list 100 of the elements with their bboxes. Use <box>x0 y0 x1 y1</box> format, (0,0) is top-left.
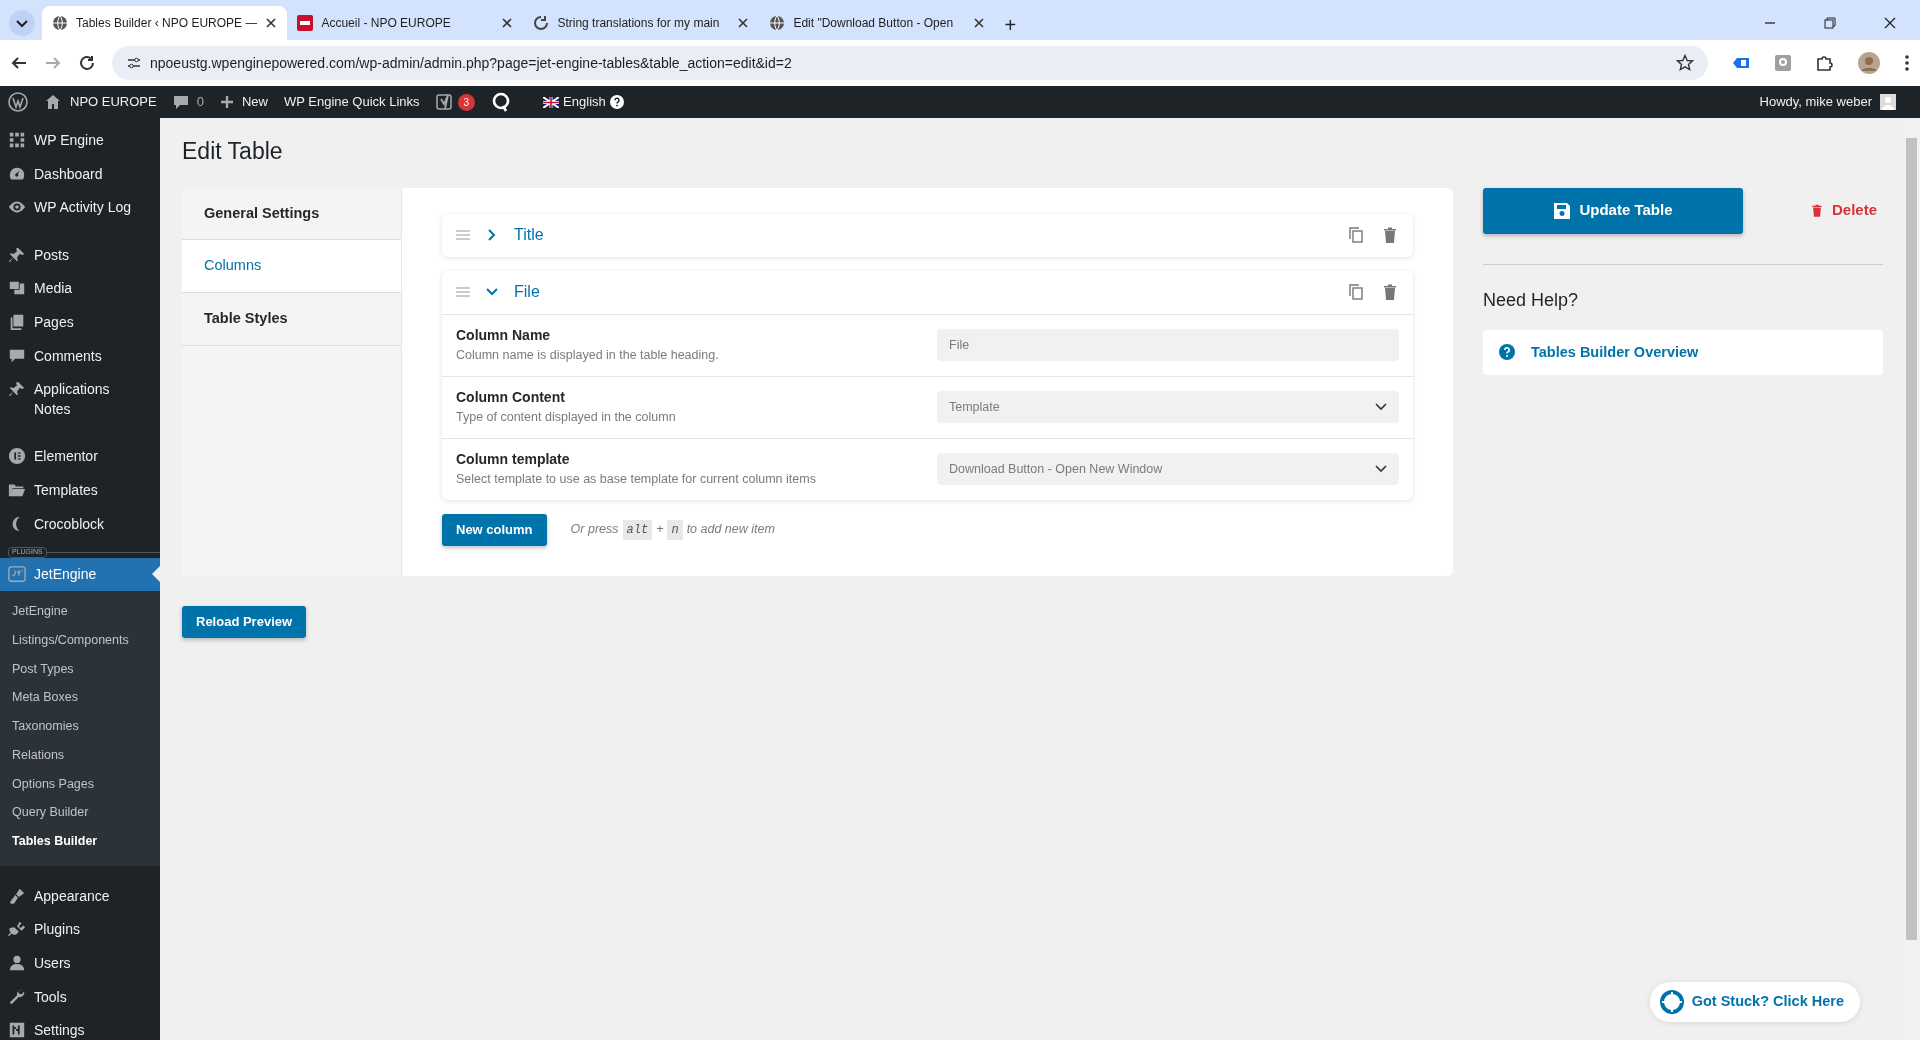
submenu-item[interactable]: Post Types <box>0 654 160 684</box>
submenu-item[interactable]: Query Builder <box>0 798 160 828</box>
keyboard-key: alt <box>622 519 653 540</box>
avatar-icon[interactable] <box>1858 52 1880 74</box>
hint-text: to add new item <box>686 521 775 539</box>
globe-icon <box>52 15 68 31</box>
help-link[interactable]: Tables Builder Overview <box>1483 329 1883 376</box>
flag-icon <box>543 96 560 108</box>
quick-links-link[interactable]: WP Engine Quick Links <box>283 92 420 112</box>
page-title: Edit Table <box>182 138 284 166</box>
help-button[interactable]: Got Stuck? Click Here <box>1649 982 1860 1022</box>
browser-tab[interactable]: Tables Builder ‹ NPO EUROPE — <box>42 6 288 40</box>
plug-icon <box>8 920 26 939</box>
comments-link[interactable]: 0 <box>172 92 204 112</box>
chevron-down-icon <box>1375 465 1387 474</box>
new-content-link[interactable]: New <box>219 92 268 112</box>
menu-item[interactable]: Media <box>0 272 160 306</box>
field-description: Column name is displayed in the table heading. <box>456 347 720 365</box>
text-field[interactable]: File <box>937 329 1399 362</box>
copy-icon[interactable] <box>1347 226 1365 245</box>
submenu-item[interactable]: Tables Builder <box>0 827 160 856</box>
reload-icon[interactable] <box>78 54 96 72</box>
speech-bubble-icon <box>172 94 189 110</box>
submenu-item[interactable]: JetEngine <box>0 597 160 626</box>
menu-item[interactable]: Comments <box>0 339 160 374</box>
trash-icon[interactable] <box>1381 283 1399 302</box>
column-toggle[interactable]: Title <box>486 223 544 248</box>
puzzle-icon[interactable] <box>1816 54 1834 72</box>
menu-item[interactable]: Posts <box>0 238 160 273</box>
drag-handle-icon[interactable] <box>456 230 470 241</box>
copy-icon[interactable] <box>1347 283 1365 302</box>
browser-tab[interactable]: String translations for my main <box>523 6 760 40</box>
menu-item[interactable]: JetEngine <box>0 557 160 592</box>
tab-title: Edit "Download Button - Open <box>793 15 955 32</box>
close-icon[interactable] <box>501 17 514 29</box>
more-options-icon[interactable] <box>1904 54 1910 72</box>
refresh-icon <box>533 15 550 31</box>
sliders-icon <box>8 1021 26 1040</box>
y-logo-icon <box>435 93 454 111</box>
menu-item[interactable]: Settings <box>0 1014 160 1040</box>
help-heading: Need Help? <box>1483 288 1580 312</box>
menu-item[interactable]: Applications Notes <box>0 373 160 427</box>
plus-icon <box>219 95 234 109</box>
account-link[interactable]: Howdy, mike weber <box>1759 92 1912 112</box>
menu-item[interactable]: WP Engine <box>0 124 160 158</box>
delete-link[interactable]: Delete <box>1803 198 1883 223</box>
field-description: Select template to use as base template for current column items <box>456 471 817 489</box>
logo-icon <box>8 564 26 583</box>
home-icon <box>44 93 62 111</box>
submenu-item[interactable]: Listings/Components <box>0 625 160 655</box>
language-link[interactable]: English <box>543 92 624 112</box>
submenu-item[interactable]: Relations <box>0 740 160 770</box>
close-icon[interactable] <box>973 17 986 29</box>
globe-icon <box>769 15 786 31</box>
update-table-button[interactable]: Update Table <box>1483 187 1743 234</box>
wordpress-logo-icon[interactable] <box>8 92 28 112</box>
submenu-item[interactable]: Taxonomies <box>0 712 160 741</box>
drag-handle-icon[interactable] <box>456 287 470 298</box>
grid-icon <box>8 131 26 149</box>
menu-item[interactable]: Tools <box>0 980 160 1015</box>
settings-tab[interactable]: Columns <box>182 240 401 294</box>
chevron-down-icon <box>1375 403 1387 412</box>
menu-item[interactable]: Pages <box>0 305 160 340</box>
new-tab-button[interactable]: + <box>1003 14 1018 36</box>
select-field[interactable]: Download Button - Open New Window <box>937 453 1399 486</box>
dropdown-icon[interactable] <box>8 9 36 37</box>
site-name-link[interactable]: NPO EUROPE <box>44 92 157 112</box>
q-logo-icon[interactable] <box>491 92 512 112</box>
reload-preview-button[interactable]: Reload Preview <box>182 605 307 638</box>
paintbrush-icon <box>8 886 26 905</box>
restore-icon[interactable] <box>1824 17 1836 29</box>
close-icon[interactable] <box>265 17 278 29</box>
column-toggle[interactable]: File <box>486 280 540 305</box>
submenu-item[interactable]: Options Pages <box>0 769 160 799</box>
seo-plugin-link[interactable]: 3 <box>435 93 476 111</box>
menu-item[interactable]: Appearance <box>0 879 160 914</box>
menu-item[interactable]: Dashboard <box>0 157 160 192</box>
menu-item[interactable]: Users <box>0 947 160 981</box>
hint-text: Or press <box>570 521 619 539</box>
close-icon[interactable] <box>737 17 750 29</box>
menu-item[interactable]: Crocoblock <box>0 507 160 542</box>
menu-item[interactable]: WP Activity Log <box>0 191 160 225</box>
close-icon[interactable] <box>1884 17 1896 29</box>
plus-text: + <box>656 521 664 539</box>
select-field[interactable]: Template <box>937 391 1399 424</box>
star-icon[interactable] <box>1676 54 1694 72</box>
field-label: Column Name <box>456 326 552 346</box>
menu-item[interactable]: Plugins <box>0 913 160 948</box>
submenu-item[interactable]: Meta Boxes <box>0 683 160 713</box>
new-column-button[interactable]: New column <box>442 513 547 546</box>
browser-tab[interactable]: Accueil - NPO EUROPE <box>287 6 524 40</box>
menu-item[interactable]: Elementor <box>0 440 160 474</box>
user-icon <box>8 954 26 973</box>
menu-item[interactable]: Templates <box>0 473 160 508</box>
browser-tab[interactable]: Edit "Download Button - Open <box>759 6 996 40</box>
tab-title: Accueil - NPO EUROPE <box>321 15 452 32</box>
site-settings-icon[interactable] <box>126 55 142 71</box>
trash-icon[interactable] <box>1381 226 1399 245</box>
help-icon <box>1499 344 1515 361</box>
extension-icon[interactable] <box>1774 54 1792 72</box>
